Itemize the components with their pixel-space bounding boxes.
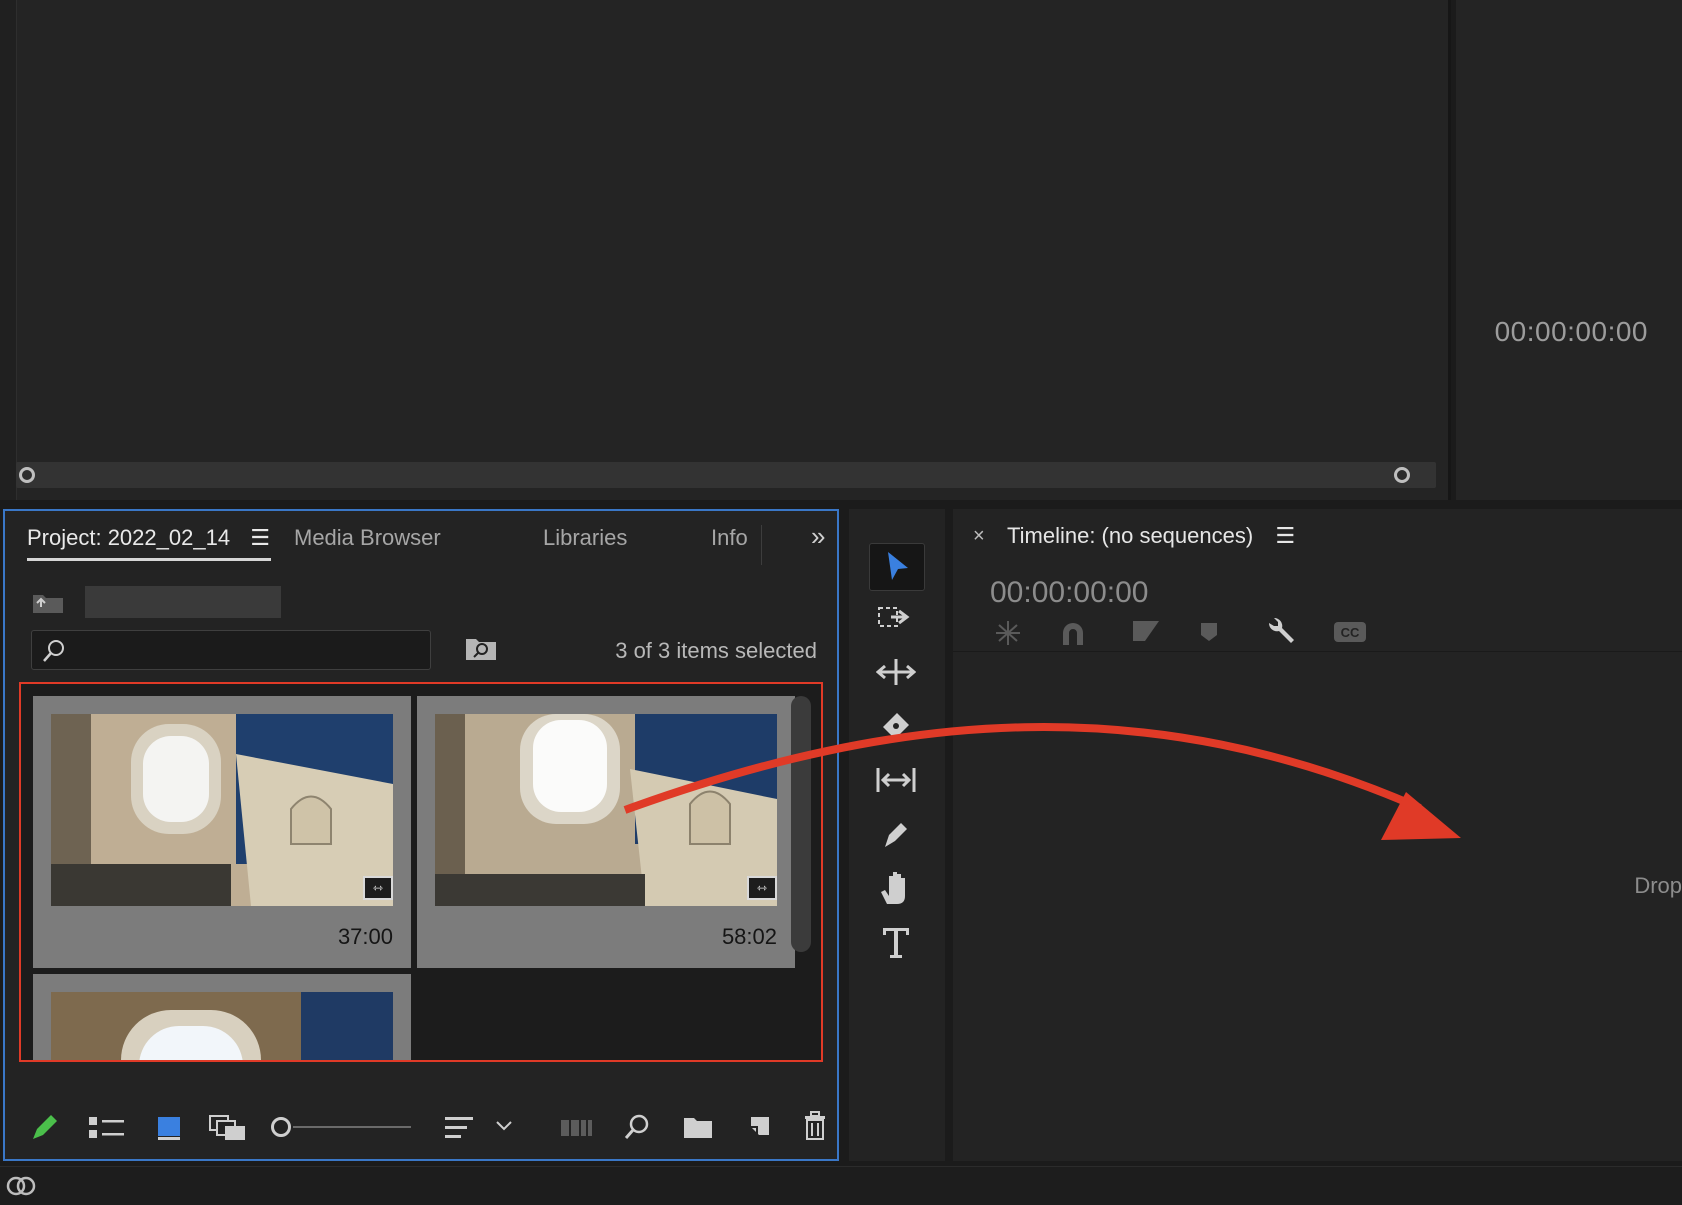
creative-cloud-icon[interactable] <box>4 1173 38 1199</box>
status-bar <box>0 1166 1682 1205</box>
annotation-arrow <box>623 723 1461 840</box>
